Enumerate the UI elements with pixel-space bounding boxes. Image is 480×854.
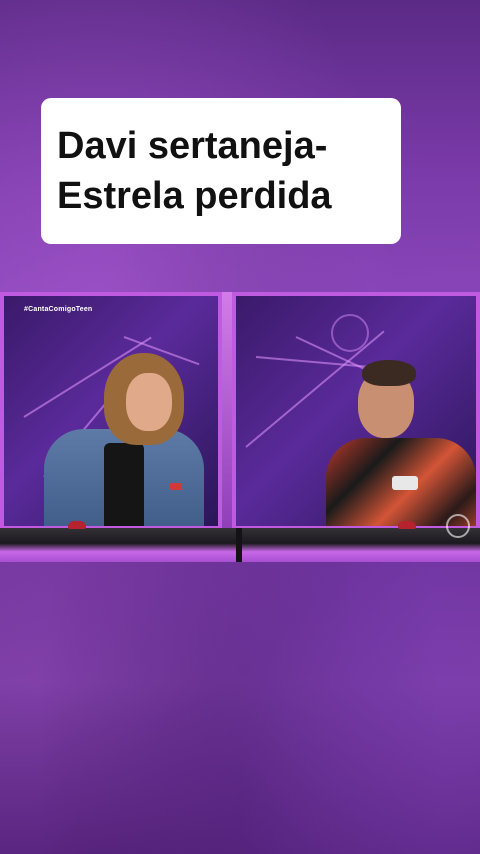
caption-line-1: Davi sertaneja- xyxy=(57,125,328,167)
name-tag xyxy=(392,476,418,490)
man-figure xyxy=(296,356,476,526)
red-buzzer-left xyxy=(68,521,86,529)
video-panel-left: #CantaComigoTeen xyxy=(0,292,222,530)
red-buzzer-right xyxy=(398,521,416,529)
hashtag-label: #CantaComigoTeen xyxy=(24,306,93,313)
face xyxy=(126,373,172,431)
caption-line-2: Estrela perdida xyxy=(57,175,332,217)
video-player[interactable]: #CantaComigoTeen xyxy=(0,292,480,562)
channel-logo-icon xyxy=(446,514,470,538)
decor-circle xyxy=(331,314,369,352)
video-panel-right xyxy=(232,292,480,530)
panel-divider xyxy=(222,292,232,530)
shirt xyxy=(104,443,144,526)
name-tag xyxy=(170,483,182,490)
desk-divider xyxy=(236,528,242,562)
hair xyxy=(362,360,416,386)
caption-box: Davi sertaneja- Estrela perdida xyxy=(41,98,401,244)
woman-figure xyxy=(34,351,214,526)
